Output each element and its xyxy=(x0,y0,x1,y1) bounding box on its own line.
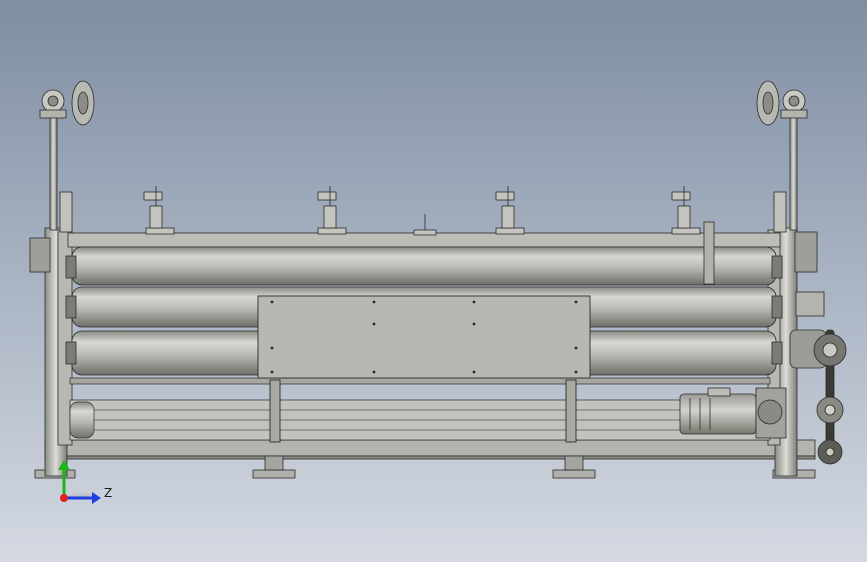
roller-1 xyxy=(71,246,777,286)
x-axis-dot xyxy=(60,494,68,502)
cad-drawing: Z xyxy=(0,0,867,562)
guide-plate xyxy=(703,221,715,285)
z-axis-label: Z xyxy=(104,486,112,500)
cad-viewport[interactable]: Z xyxy=(0,0,867,562)
electric-motor xyxy=(679,387,787,439)
